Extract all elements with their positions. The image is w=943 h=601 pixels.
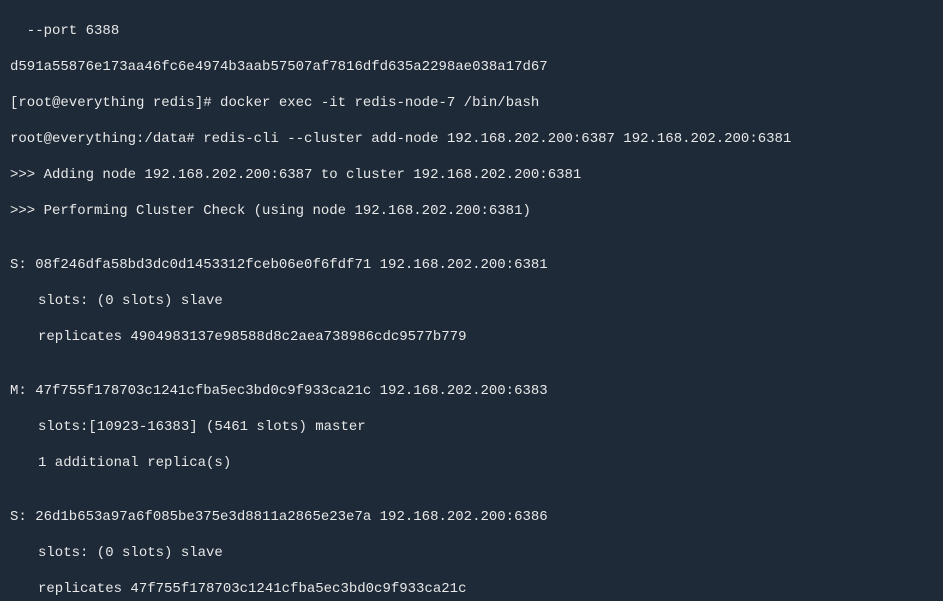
command-line: root@everything:/data# redis-cli --clust… (10, 130, 933, 148)
node-detail: slots:[10923-16383] (5461 slots) master (10, 418, 933, 436)
command-line: [root@everything redis]# docker exec -it… (10, 94, 933, 112)
node-header: S: 26d1b653a97a6f085be375e3d8811a2865e23… (10, 508, 933, 526)
shell-command: docker exec -it redis-node-7 /bin/bash (220, 95, 539, 111)
node-detail: replicates 47f755f178703c1241cfba5ec3bd0… (10, 580, 933, 598)
shell-command: redis-cli --cluster add-node 192.168.202… (203, 131, 791, 147)
node-detail: slots: (0 slots) slave (10, 292, 933, 310)
shell-prompt: [root@everything redis]# (10, 95, 220, 111)
node-header: M: 47f755f178703c1241cfba5ec3bd0c9f933ca… (10, 382, 933, 400)
node-detail: 1 additional replica(s) (10, 454, 933, 472)
node-header: S: 08f246dfa58bd3dc0d1453312fceb06e0f6fd… (10, 256, 933, 274)
output-line: --port 6388 (10, 22, 933, 40)
output-line: d591a55876e173aa46fc6e4974b3aab57507af78… (10, 58, 933, 76)
node-detail: replicates 4904983137e98588d8c2aea738986… (10, 328, 933, 346)
output-line: >>> Adding node 192.168.202.200:6387 to … (10, 166, 933, 184)
terminal-output[interactable]: --port 6388 d591a55876e173aa46fc6e4974b3… (0, 0, 943, 601)
output-line: >>> Performing Cluster Check (using node… (10, 202, 933, 220)
node-detail: slots: (0 slots) slave (10, 544, 933, 562)
shell-prompt: root@everything:/data# (10, 131, 203, 147)
